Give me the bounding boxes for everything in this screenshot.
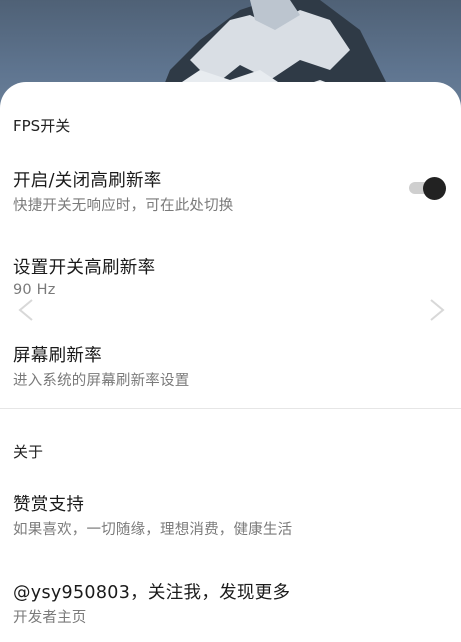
setting-subtitle: 如果喜欢，一切随缘，理想消费，健康生活 (13, 522, 293, 538)
chevron-left-icon[interactable] (14, 297, 40, 323)
settings-sheet: FPS开关 开启/关闭高刷新率 快捷开关无响应时，可在此处切换 设置开关高刷新率… (0, 82, 461, 642)
high-refresh-toggle[interactable] (407, 177, 447, 200)
section-title-about: 关于 (13, 443, 44, 461)
toggle-knob (423, 177, 446, 200)
setting-value: 90 Hz (13, 282, 56, 298)
setting-subtitle: 快捷开关无响应时，可在此处切换 (13, 198, 234, 214)
setting-title: 赞赏支持 (13, 495, 85, 515)
setting-subtitle: 开发者主页 (13, 610, 87, 626)
setting-subtitle: 进入系统的屏幕刷新率设置 (13, 373, 190, 389)
setting-title: @ysy950803，关注我，发现更多 (13, 583, 291, 603)
section-divider (0, 408, 461, 409)
setting-title: 设置开关高刷新率 (13, 258, 156, 278)
chevron-right-icon[interactable] (423, 297, 449, 323)
setting-title: 屏幕刷新率 (13, 346, 102, 366)
setting-title: 开启/关闭高刷新率 (13, 171, 162, 191)
section-title-fps: FPS开关 (13, 117, 71, 135)
